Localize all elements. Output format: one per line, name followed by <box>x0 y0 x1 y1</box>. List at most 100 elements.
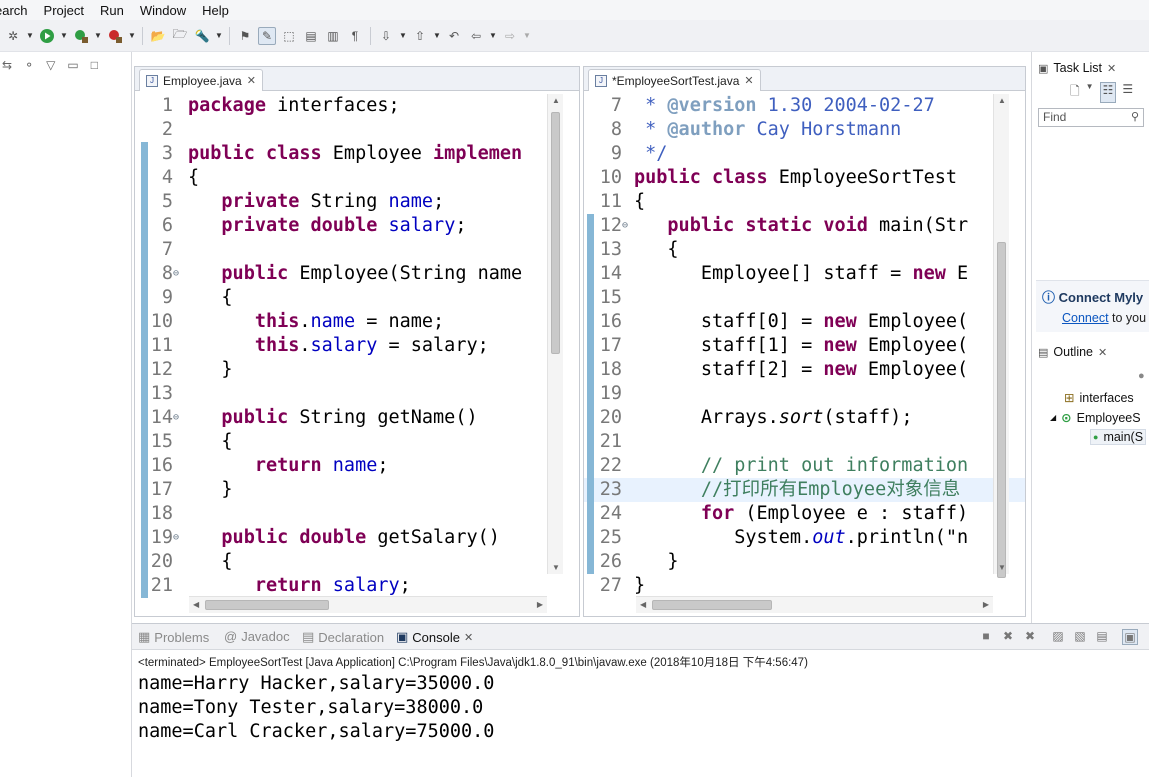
scroll-right-icon[interactable]: ▶ <box>537 600 543 609</box>
scroll-up-icon[interactable]: ▲ <box>552 96 560 105</box>
fold-icon[interactable]: ⊖ <box>173 526 179 550</box>
task-list-tab[interactable]: ▣ Task List ✕ <box>1032 56 1149 80</box>
back-icon[interactable]: ⇦ <box>467 27 485 45</box>
code-line[interactable]: 19 <box>584 382 1025 406</box>
fold-icon[interactable]: ⊖ <box>173 406 179 430</box>
code-line[interactable]: 2 <box>135 118 579 142</box>
code-area[interactable]: 7 * @version 1.30 2004-02-27 8 * @author … <box>584 91 1025 616</box>
scroll-thumb[interactable] <box>551 112 560 354</box>
code-line[interactable]: 11 this.salary = salary; <box>135 334 579 358</box>
task-find-input[interactable]: Find ⚲ <box>1038 108 1144 127</box>
forward-icon[interactable]: ⇨ <box>501 27 519 45</box>
new-task-dropdown-icon[interactable]: ▼ <box>1086 82 1094 103</box>
tab-declaration[interactable]: ▤ Declaration <box>302 629 384 645</box>
menu-search[interactable]: earch <box>0 3 36 18</box>
fold-icon[interactable]: ⊖ <box>622 214 628 238</box>
tab-javadoc[interactable]: @ Javadoc <box>224 629 290 644</box>
code-line[interactable]: 21 <box>584 430 1025 454</box>
code-line[interactable]: 20 Arrays.sort(staff); <box>584 406 1025 430</box>
horizontal-scrollbar[interactable]: ◀ ▶ <box>636 596 993 613</box>
new-task-icon[interactable]: 🗋 <box>1070 82 1080 103</box>
minimize-icon[interactable]: ▭ <box>67 58 78 72</box>
scroll-down-icon[interactable]: ▼ <box>552 563 560 572</box>
code-line[interactable]: 27} <box>584 574 1025 598</box>
categorized-icon[interactable]: ☷ <box>1099 82 1117 103</box>
code-line[interactable]: 19 ⊖ public double getSalary() <box>135 526 579 550</box>
code-line[interactable]: 17 staff[1] = new Employee( <box>584 334 1025 358</box>
code-line[interactable]: 25 System.out.println("n <box>584 526 1025 550</box>
mark-occurrences-icon[interactable]: ✎ <box>258 26 276 45</box>
outline-tab[interactable]: ▤ Outline ✕ <box>1032 340 1149 364</box>
scroll-thumb[interactable] <box>652 600 772 610</box>
menu-run[interactable]: Run <box>92 3 132 18</box>
pin-console-icon[interactable]: ▣ <box>1122 629 1138 645</box>
code-line[interactable]: 17 } <box>135 478 579 502</box>
external-tools-dropdown-icon[interactable]: ▼ <box>128 27 136 45</box>
close-icon[interactable]: ✕ <box>1098 346 1107 359</box>
view-menu-dropdown-icon[interactable]: ▽ <box>46 58 55 72</box>
paragraph-icon[interactable]: ¶ <box>346 27 364 45</box>
debug-dropdown-icon[interactable]: ▼ <box>26 27 34 45</box>
search-tool-icon[interactable]: 🔦 <box>193 27 211 45</box>
code-line[interactable]: 13 <box>135 382 579 406</box>
vertical-scrollbar[interactable]: ▲ ▼ <box>547 94 563 574</box>
next-annotation-dropdown-icon[interactable]: ▼ <box>399 27 407 45</box>
view-menu-icon[interactable]: ⚬ <box>24 58 34 72</box>
code-line[interactable]: 24 for (Employee e : staff) <box>584 502 1025 526</box>
code-line[interactable]: 11 { <box>584 190 1025 214</box>
remove-all-icon[interactable]: ✖ <box>1022 629 1038 645</box>
scroll-thumb[interactable] <box>997 242 1006 578</box>
outline-package[interactable]: ⊞ interfaces <box>1064 390 1134 406</box>
close-icon[interactable]: ✕ <box>744 74 753 87</box>
show-source-icon[interactable]: ▥ <box>324 27 342 45</box>
code-line[interactable]: 10 this.name = name; <box>135 310 579 334</box>
back-dropdown-icon[interactable]: ▼ <box>489 27 497 45</box>
code-line[interactable]: 21 return salary; <box>135 574 579 598</box>
code-area[interactable]: 1 package interfaces; 2 3 public class Emplo… <box>135 91 579 616</box>
fold-icon[interactable]: ⊖ <box>173 262 179 286</box>
code-line[interactable]: 12 } <box>135 358 579 382</box>
code-line[interactable]: 18 <box>135 502 579 526</box>
open-resource-icon[interactable]: 🗁 <box>171 27 189 45</box>
vertical-scrollbar[interactable]: ▲ ▼ <box>993 94 1009 578</box>
close-icon[interactable]: ✕ <box>1107 62 1116 75</box>
outline-method[interactable]: ● main(S <box>1090 429 1147 445</box>
code-line[interactable]: 1 package interfaces; <box>135 94 579 118</box>
maximize-icon[interactable]: □ <box>91 58 98 72</box>
code-line[interactable]: 5 private String name; <box>135 190 579 214</box>
link-editor-icon[interactable]: ⇆ <box>2 58 12 72</box>
code-line[interactable]: 15 <box>584 286 1025 310</box>
code-line[interactable]: 20 { <box>135 550 579 574</box>
search-dropdown-icon[interactable]: ▼ <box>215 27 223 45</box>
code-line[interactable]: 9 { <box>135 286 579 310</box>
code-line[interactable]: 8 ⊖ public Employee(String name <box>135 262 579 286</box>
run-icon[interactable] <box>38 27 56 45</box>
coverage-dropdown-icon[interactable]: ▼ <box>94 27 102 45</box>
outline-menu-icon[interactable]: ● <box>1138 370 1145 382</box>
prev-annotation-dropdown-icon[interactable]: ▼ <box>433 27 441 45</box>
scroll-thumb[interactable] <box>205 600 329 610</box>
scroll-left-icon[interactable]: ◀ <box>640 600 646 609</box>
block-selection-icon[interactable]: ⬚ <box>280 27 298 45</box>
clear-console-icon[interactable]: ▨ <box>1050 629 1066 645</box>
code-line[interactable]: 23 //打印所有Employee对象信息 <box>584 478 1025 502</box>
outline-class[interactable]: ◢ ⊙ EmployeeS <box>1050 410 1141 426</box>
code-line[interactable]: 7 <box>135 238 579 262</box>
code-line[interactable]: 4{ <box>135 166 579 190</box>
code-line[interactable]: 10 public class EmployeeSortTest <box>584 166 1025 190</box>
tab-employeesorttest-java[interactable]: J *EmployeeSortTest.java ✕ <box>588 69 761 91</box>
menu-project[interactable]: Project <box>36 3 92 18</box>
code-line[interactable]: 13 { <box>584 238 1025 262</box>
code-line[interactable]: 16 return name; <box>135 454 579 478</box>
tab-employee-java[interactable]: J Employee.java ✕ <box>139 69 263 91</box>
external-tools-icon[interactable] <box>106 27 124 45</box>
code-line[interactable]: 6 private double salary; <box>135 214 579 238</box>
next-annotation-icon[interactable]: ⇩ <box>377 27 395 45</box>
code-line[interactable]: 8 * @author Cay Horstmann <box>584 118 1025 142</box>
code-line[interactable]: 22 // print out information <box>584 454 1025 478</box>
toggle-breadcrumb-icon[interactable]: ⚑ <box>236 27 254 45</box>
scroll-lock-icon[interactable]: ▧ <box>1072 629 1088 645</box>
code-line[interactable]: 18 staff[2] = new Employee( <box>584 358 1025 382</box>
coverage-icon[interactable] <box>72 27 90 45</box>
scroll-down-icon[interactable]: ▼ <box>998 563 1006 572</box>
